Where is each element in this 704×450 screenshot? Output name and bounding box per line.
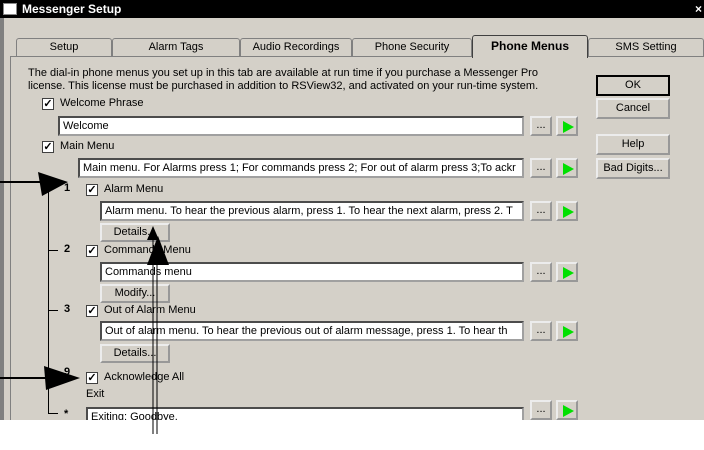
annotation-arrow-head	[147, 236, 169, 265]
annotation-arrow-head	[38, 172, 68, 196]
tab-phone-menus[interactable]: Phone Menus	[472, 35, 588, 58]
annotation-arrow-head	[44, 366, 80, 390]
annotation-arrows	[0, 172, 169, 434]
annotation-arrow-head	[147, 226, 159, 240]
